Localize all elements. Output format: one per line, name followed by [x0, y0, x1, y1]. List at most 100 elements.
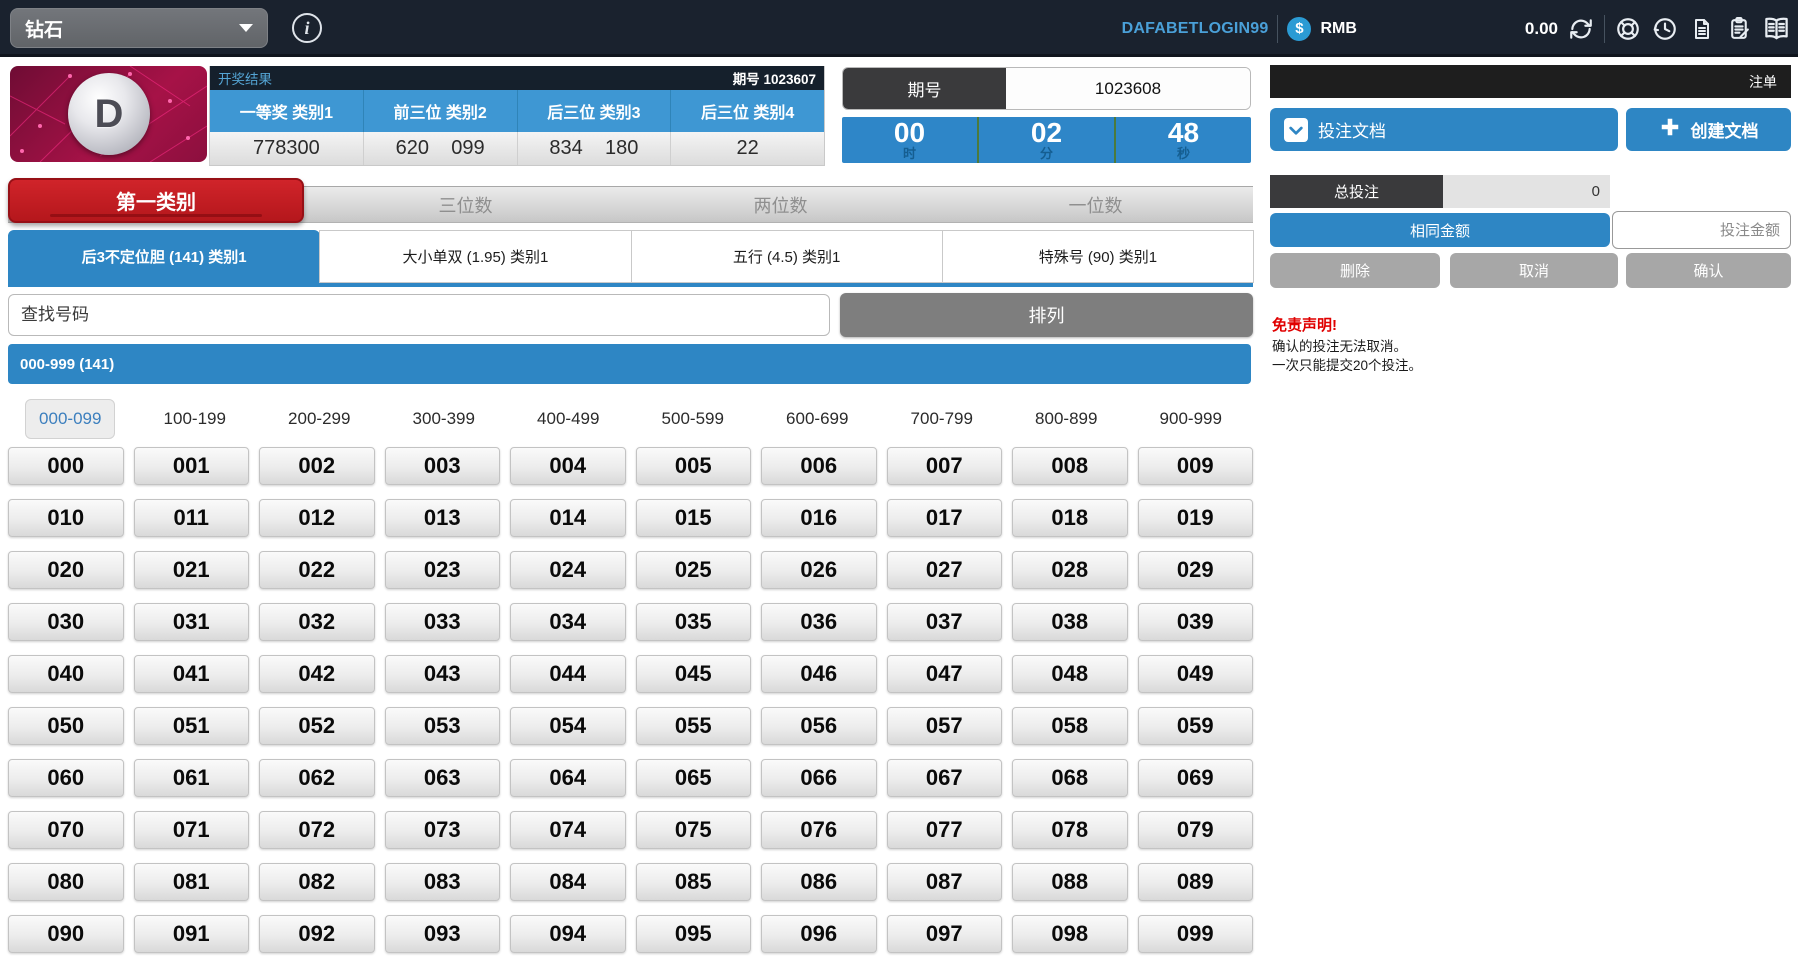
info-icon[interactable]: i	[292, 13, 322, 43]
number-group-header[interactable]: 000-999 (141)	[8, 344, 1251, 384]
number-button[interactable]: 076	[761, 811, 877, 849]
number-button[interactable]: 081	[134, 863, 250, 901]
number-button[interactable]: 096	[761, 915, 877, 953]
number-button[interactable]: 044	[510, 655, 626, 693]
same-amount-button[interactable]: 相同金额	[1270, 213, 1610, 247]
number-button[interactable]: 051	[134, 707, 250, 745]
number-button[interactable]: 067	[887, 759, 1003, 797]
number-button[interactable]: 053	[385, 707, 501, 745]
range-tab[interactable]: 600-699	[773, 400, 861, 438]
range-tab[interactable]: 300-399	[400, 400, 488, 438]
book-icon[interactable]	[1762, 15, 1790, 43]
number-button[interactable]: 065	[636, 759, 752, 797]
number-button[interactable]: 026	[761, 551, 877, 589]
number-button[interactable]: 023	[385, 551, 501, 589]
number-button[interactable]: 082	[259, 863, 375, 901]
bet-amount-input[interactable]	[1612, 211, 1791, 249]
number-button[interactable]: 099	[1138, 915, 1254, 953]
number-button[interactable]: 031	[134, 603, 250, 641]
number-button[interactable]: 017	[887, 499, 1003, 537]
main-tab[interactable]: 两位数	[623, 192, 938, 218]
number-button[interactable]: 002	[259, 447, 375, 485]
number-button[interactable]: 005	[636, 447, 752, 485]
history-icon[interactable]	[1651, 15, 1679, 43]
bet-document-button[interactable]: 投注文档	[1270, 108, 1618, 151]
lifebuoy-icon[interactable]	[1614, 15, 1642, 43]
number-button[interactable]: 068	[1012, 759, 1128, 797]
main-tab[interactable]: 三位数	[308, 192, 623, 218]
number-button[interactable]: 028	[1012, 551, 1128, 589]
number-button[interactable]: 027	[887, 551, 1003, 589]
number-button[interactable]: 034	[510, 603, 626, 641]
range-tab[interactable]: 800-899	[1022, 400, 1110, 438]
number-button[interactable]: 098	[1012, 915, 1128, 953]
number-button[interactable]: 078	[1012, 811, 1128, 849]
number-button[interactable]: 013	[385, 499, 501, 537]
number-button[interactable]: 016	[761, 499, 877, 537]
range-tab[interactable]: 100-199	[151, 400, 239, 438]
number-button[interactable]: 003	[385, 447, 501, 485]
number-button[interactable]: 024	[510, 551, 626, 589]
number-button[interactable]: 020	[8, 551, 124, 589]
number-button[interactable]: 011	[134, 499, 250, 537]
number-button[interactable]: 061	[134, 759, 250, 797]
number-button[interactable]: 080	[8, 863, 124, 901]
number-button[interactable]: 064	[510, 759, 626, 797]
number-button[interactable]: 093	[385, 915, 501, 953]
number-button[interactable]: 014	[510, 499, 626, 537]
number-button[interactable]: 047	[887, 655, 1003, 693]
number-button[interactable]: 039	[1138, 603, 1254, 641]
number-button[interactable]: 091	[134, 915, 250, 953]
confirm-button[interactable]: 确认	[1626, 253, 1791, 288]
number-button[interactable]: 094	[510, 915, 626, 953]
number-button[interactable]: 075	[636, 811, 752, 849]
number-button[interactable]: 045	[636, 655, 752, 693]
number-button[interactable]: 052	[259, 707, 375, 745]
main-tab[interactable]: 一位数	[938, 192, 1253, 218]
number-button[interactable]: 058	[1012, 707, 1128, 745]
number-button[interactable]: 029	[1138, 551, 1254, 589]
number-button[interactable]: 037	[887, 603, 1003, 641]
number-button[interactable]: 063	[385, 759, 501, 797]
number-button[interactable]: 074	[510, 811, 626, 849]
cancel-button[interactable]: 取消	[1450, 253, 1618, 288]
number-button[interactable]: 055	[636, 707, 752, 745]
bet-type-tab[interactable]: 特殊号 (90) 类别1	[942, 230, 1254, 283]
number-button[interactable]: 046	[761, 655, 877, 693]
bet-type-tab[interactable]: 后3不定位胆 (141) 类别1	[8, 230, 320, 283]
number-button[interactable]: 079	[1138, 811, 1254, 849]
refresh-icon[interactable]	[1567, 15, 1595, 43]
number-button[interactable]: 041	[134, 655, 250, 693]
number-button[interactable]: 007	[887, 447, 1003, 485]
number-button[interactable]: 077	[887, 811, 1003, 849]
number-button[interactable]: 084	[510, 863, 626, 901]
number-button[interactable]: 035	[636, 603, 752, 641]
number-button[interactable]: 033	[385, 603, 501, 641]
number-button[interactable]: 088	[1012, 863, 1128, 901]
number-button[interactable]: 006	[761, 447, 877, 485]
number-button[interactable]: 073	[385, 811, 501, 849]
number-button[interactable]: 089	[1138, 863, 1254, 901]
number-button[interactable]: 062	[259, 759, 375, 797]
number-button[interactable]: 048	[1012, 655, 1128, 693]
game-selector-dropdown[interactable]: 钻石	[10, 8, 268, 48]
number-button[interactable]: 001	[134, 447, 250, 485]
number-button[interactable]: 049	[1138, 655, 1254, 693]
delete-button[interactable]: 删除	[1270, 253, 1440, 288]
number-button[interactable]: 087	[887, 863, 1003, 901]
number-button[interactable]: 056	[761, 707, 877, 745]
number-button[interactable]: 092	[259, 915, 375, 953]
number-button[interactable]: 097	[887, 915, 1003, 953]
number-button[interactable]: 043	[385, 655, 501, 693]
number-button[interactable]: 009	[1138, 447, 1254, 485]
sort-button[interactable]: 排列	[840, 293, 1253, 337]
number-button[interactable]: 019	[1138, 499, 1254, 537]
number-button[interactable]: 050	[8, 707, 124, 745]
create-document-button[interactable]: 创建文档	[1626, 108, 1791, 151]
number-button[interactable]: 070	[8, 811, 124, 849]
clipboard-icon[interactable]	[1725, 15, 1753, 43]
range-tab[interactable]: 500-599	[649, 400, 737, 438]
main-tab-active[interactable]: 第一类别	[8, 178, 304, 223]
number-button[interactable]: 032	[259, 603, 375, 641]
number-button[interactable]: 069	[1138, 759, 1254, 797]
